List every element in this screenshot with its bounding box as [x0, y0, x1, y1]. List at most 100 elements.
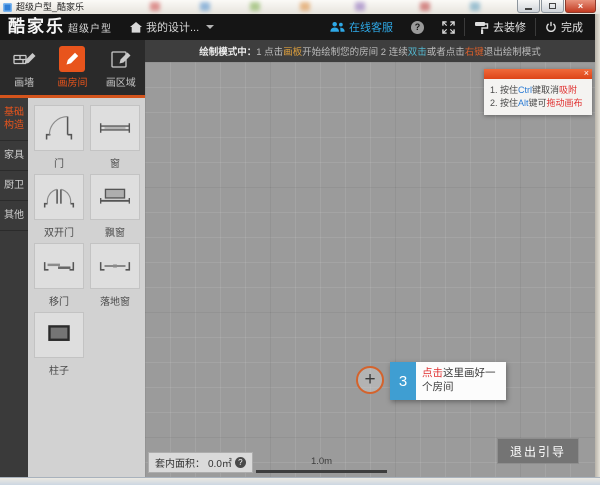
titlebar-blur-decoration	[355, 2, 365, 11]
tip-highlight: 吸附	[559, 85, 577, 95]
shortcut-tooltip-body: 1. 按住Ctrl键取消吸附 2. 按住Alt键可拖动画布	[484, 79, 592, 115]
hint-highlight-doubleclick: 双击	[408, 44, 427, 58]
item-label: 移门	[34, 293, 84, 306]
tip-text: 2. 按住	[490, 98, 518, 108]
guide-highlight: 点击	[422, 367, 443, 379]
drawing-mode-hint: 绘制模式中：1 点击画板开始绘制您的房间 2 连续双击或者点击右键退出绘制模式	[145, 40, 595, 62]
item-bay-window[interactable]: 飘窗	[90, 174, 140, 237]
titlebar-blur-decoration	[200, 2, 210, 11]
shortcut-tooltip: × 1. 按住Ctrl键取消吸附 2. 按住Alt键可拖动画布	[484, 69, 592, 115]
my-design-dropdown[interactable]: 我的设计...	[130, 19, 214, 35]
maximize-button[interactable]	[541, 0, 564, 13]
close-button[interactable]: ×	[565, 0, 596, 13]
minimize-button[interactable]	[517, 0, 540, 13]
finish-button[interactable]: 完成	[536, 14, 595, 40]
item-thumbnail	[90, 174, 140, 220]
people-icon	[330, 21, 345, 33]
os-titlebar[interactable]: 超级户型_酷家乐 ×	[0, 0, 600, 14]
draw-room-icon	[59, 46, 85, 72]
tool-label: 画区域	[106, 74, 136, 89]
help-icon: ?	[411, 21, 424, 34]
tool-draw-area[interactable]: 画区域	[97, 40, 145, 95]
tab-kitchen-bath[interactable]: 厨卫	[0, 171, 28, 201]
hint-text: 开始绘制您的房间 2 连续	[302, 44, 408, 58]
expand-icon	[442, 21, 455, 34]
power-icon	[545, 21, 557, 33]
scale-indicator: 1.0m	[256, 456, 387, 473]
area-label: 套内面积：	[155, 455, 205, 470]
shortcut-line-alt: 2. 按住Alt键可拖动画布	[490, 97, 586, 110]
online-service-button[interactable]: 在线客服	[321, 14, 402, 40]
decorate-label: 去装修	[493, 19, 526, 35]
item-pillar[interactable]: 柱子	[34, 312, 84, 375]
paint-roller-icon	[474, 21, 489, 34]
close-icon: ×	[578, 1, 583, 12]
hint-text: 1 点击	[256, 44, 283, 58]
item-door[interactable]: 门	[34, 105, 84, 168]
window-right-border	[595, 14, 600, 477]
drawing-canvas[interactable]: × 1. 按住Ctrl键取消吸附 2. 按住Alt键可拖动画布 + 3 点击这里…	[145, 62, 595, 477]
item-label: 飘窗	[90, 224, 140, 237]
item-sliding-door[interactable]: 移门	[34, 243, 84, 306]
app-header: 酷家乐 超级户型 我的设计... 在线客服 ?	[0, 14, 595, 40]
tab-other[interactable]: 其他	[0, 201, 28, 231]
my-design-label: 我的设计...	[146, 19, 199, 35]
area-help-icon[interactable]: ?	[235, 457, 246, 468]
item-floor-window[interactable]: 落地窗	[90, 243, 140, 306]
hint-mode-label: 绘制模式中：	[199, 44, 256, 58]
main-area: 画墙 画房间 画区域	[0, 40, 595, 477]
app-taskbar-icon	[3, 3, 12, 12]
item-thumbnail	[90, 105, 140, 151]
library-panel: 基础构造 家具 厨卫 其他	[0, 98, 145, 477]
minimize-icon	[525, 8, 532, 10]
double-door-icon	[37, 176, 81, 218]
hint-highlight-rightclick: 右键	[465, 44, 484, 58]
kujiale-app: 酷家乐 超级户型 我的设计... 在线客服 ?	[0, 14, 595, 477]
fullscreen-button[interactable]	[433, 14, 464, 40]
pillar-icon	[37, 314, 81, 356]
scale-label: 1.0m	[311, 456, 332, 467]
alt-key-label: Alt	[518, 98, 529, 108]
app-window: 超级户型_酷家乐 × 酷家乐 超级户型 我的设计...	[0, 0, 600, 485]
chevron-down-icon	[206, 25, 214, 29]
item-label: 柱子	[34, 362, 84, 375]
item-window[interactable]: 窗	[90, 105, 140, 168]
draw-area-icon	[108, 46, 134, 72]
area-value: 0.0㎡	[208, 455, 232, 470]
left-panel: 画墙 画房间 画区域	[0, 40, 145, 477]
item-thumbnail	[34, 243, 84, 289]
exit-guide-button[interactable]: 退出引导	[497, 438, 579, 464]
bay-window-icon	[93, 176, 137, 218]
online-service-label: 在线客服	[349, 19, 393, 35]
draw-start-target[interactable]: +	[356, 366, 384, 394]
item-label: 窗	[90, 155, 140, 168]
item-label: 双开门	[34, 224, 84, 237]
draw-wall-icon	[11, 46, 37, 72]
item-double-door[interactable]: 双开门	[34, 174, 84, 237]
tab-furniture[interactable]: 家具	[0, 141, 28, 171]
brand-logo-subtitle: 超级户型	[68, 20, 112, 35]
help-button[interactable]: ?	[402, 14, 433, 40]
hint-text: 退出绘制模式	[484, 44, 541, 58]
tool-draw-wall[interactable]: 画墙	[0, 40, 48, 95]
tip-text: 键可	[529, 98, 547, 108]
tip-text: 1. 按住	[490, 85, 518, 95]
tool-label: 画墙	[14, 74, 34, 89]
header-actions: 在线客服 ? 去	[321, 14, 595, 40]
tab-basic-construction[interactable]: 基础构造	[0, 98, 28, 141]
titlebar-blur-decoration	[470, 2, 480, 11]
item-list: 门 窗	[28, 98, 145, 477]
tooltip-close-icon[interactable]: ×	[584, 68, 589, 79]
home-icon	[130, 22, 142, 33]
tool-draw-room[interactable]: 画房间	[48, 40, 96, 95]
window-controls: ×	[516, 0, 596, 13]
ctrl-key-label: Ctrl	[518, 85, 532, 95]
decorate-button[interactable]: 去装修	[465, 14, 535, 40]
item-label: 门	[34, 155, 84, 168]
brand-logo: 酷家乐	[0, 14, 65, 40]
tip-highlight: 拖动画布	[547, 98, 583, 108]
sliding-door-icon	[37, 245, 81, 287]
window-icon	[93, 107, 137, 149]
window-title: 超级户型_酷家乐	[16, 0, 84, 14]
workspace: 绘制模式中：1 点击画板开始绘制您的房间 2 连续双击或者点击右键退出绘制模式 …	[145, 40, 595, 477]
